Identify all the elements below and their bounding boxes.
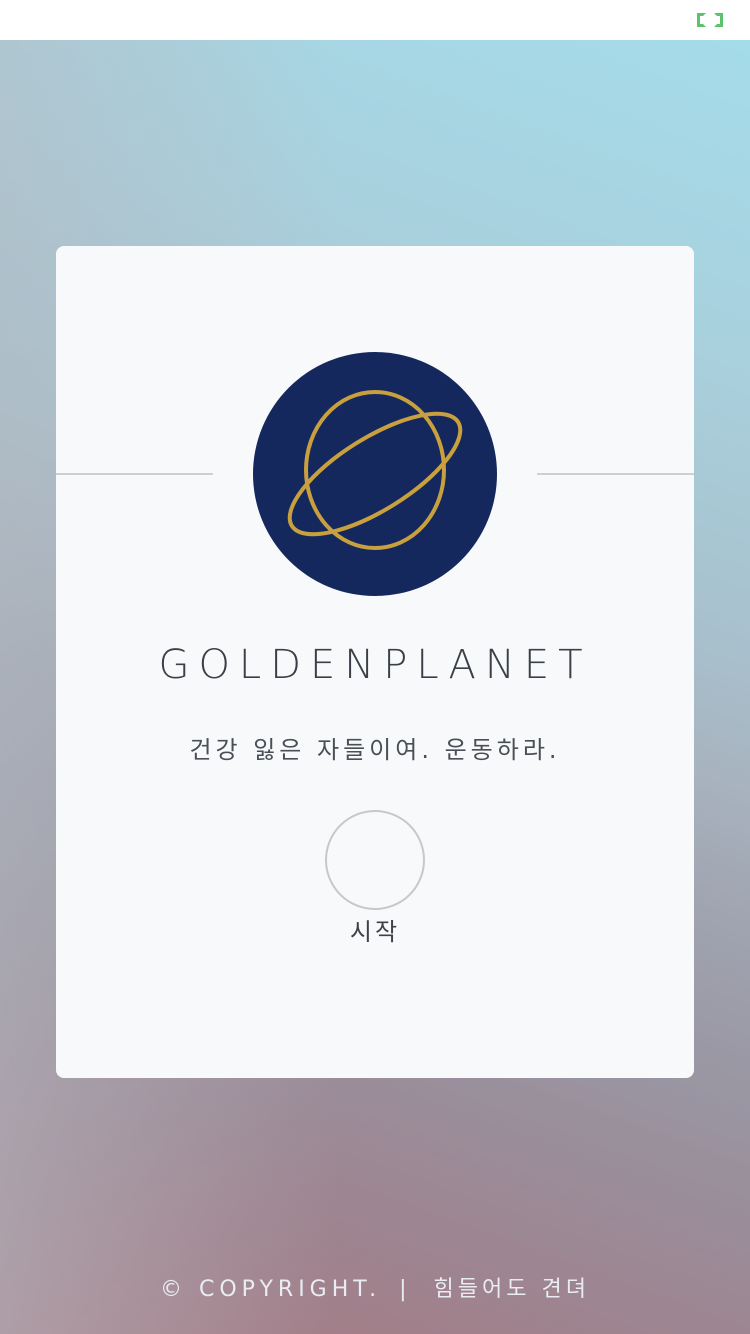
footer-motto: 힘들어도 견뎌	[433, 1277, 590, 1302]
start-label[interactable]: 시작	[56, 912, 694, 947]
divider-right	[537, 473, 694, 475]
divider-left	[56, 473, 213, 475]
footer-separator: |	[399, 1277, 412, 1302]
footer: © COPYRIGHT. | 힘들어도 견뎌	[0, 1271, 750, 1303]
app-screen: GOLDENPLANET 건강 잃은 자들이여. 운동하라. 시작 © COPY…	[0, 0, 750, 1334]
slogan-text: 건강 잃은 자들이여. 운동하라.	[189, 736, 561, 764]
welcome-card: GOLDENPLANET 건강 잃은 자들이여. 운동하라. 시작	[56, 246, 694, 1078]
bracket-pill-icon	[697, 13, 723, 27]
brand-title: GOLDENPLANET	[158, 642, 592, 688]
status-bar	[0, 0, 750, 40]
golden-planet-icon	[253, 352, 497, 596]
copyright-text: © COPYRIGHT.	[160, 1277, 382, 1302]
start-button[interactable]	[325, 810, 425, 910]
